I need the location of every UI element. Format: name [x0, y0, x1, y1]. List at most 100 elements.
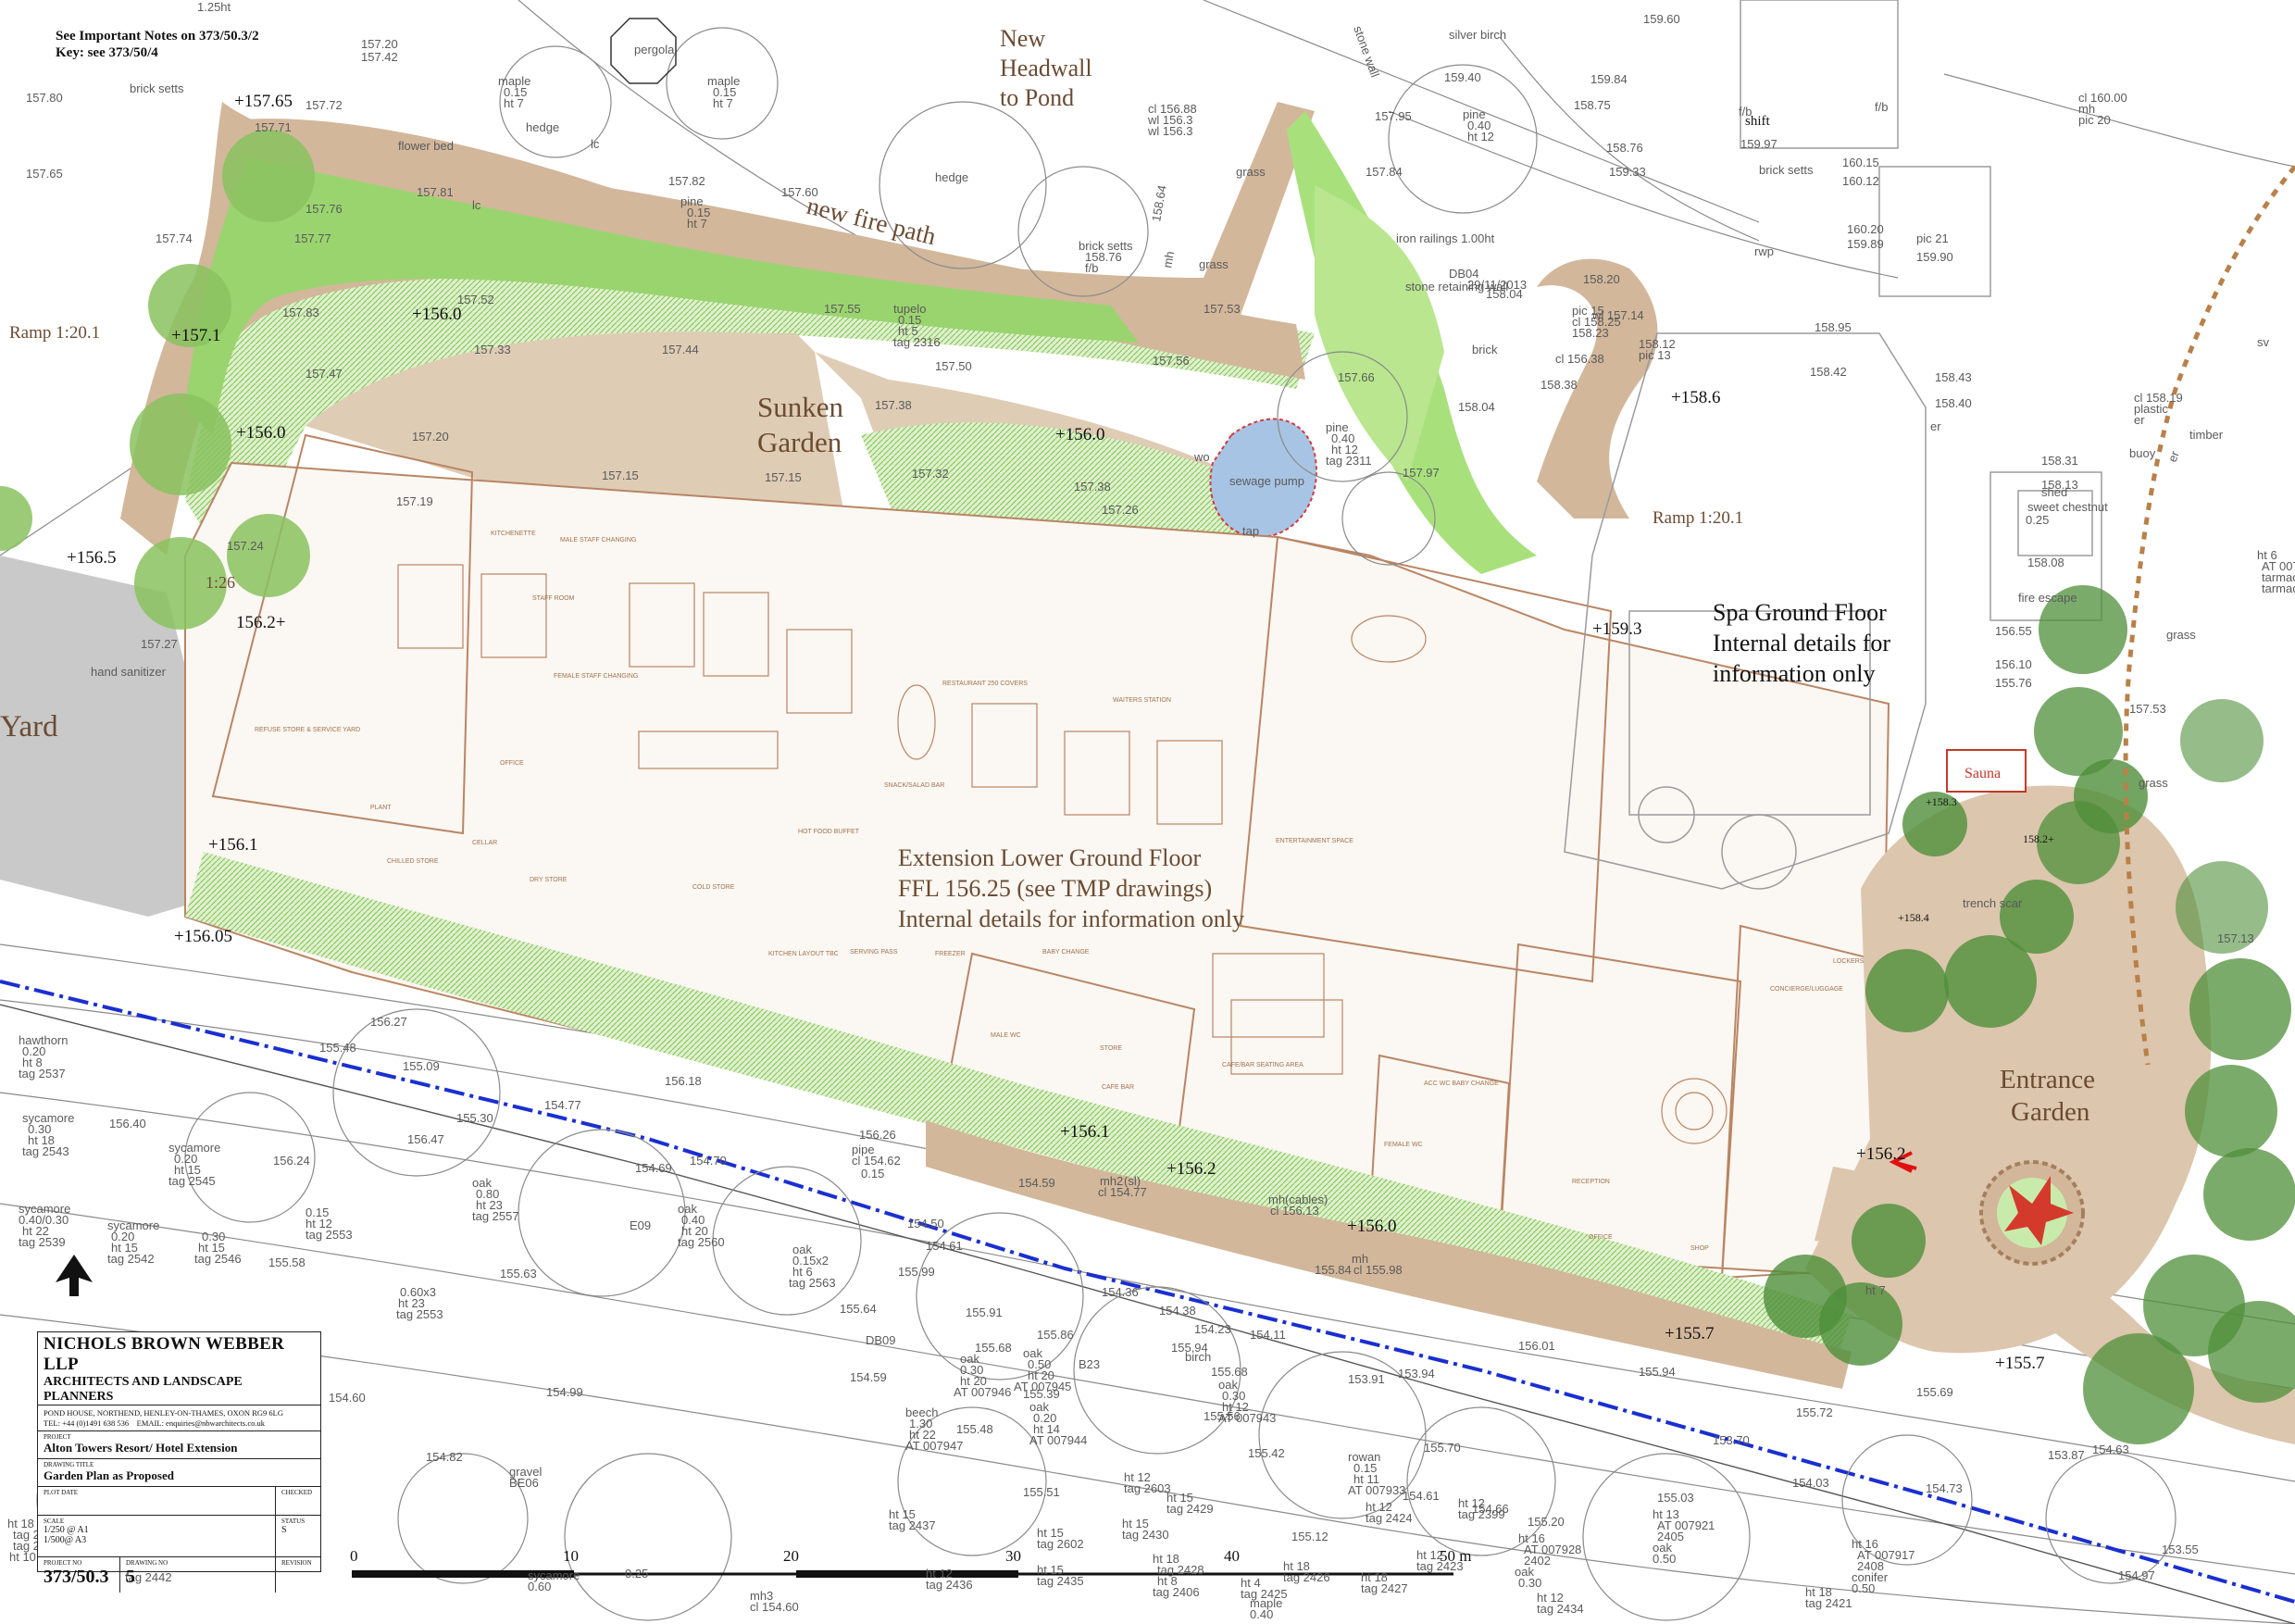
spot-height: 154.63 — [2092, 1443, 2129, 1456]
scale-tick: 30 — [1005, 1547, 1021, 1565]
tree-label: tag 2316 — [893, 335, 941, 349]
tree-label: tag 2553 — [396, 1307, 443, 1321]
tree-label: tag 2563 — [789, 1276, 836, 1290]
spot-height: 158.43 — [1935, 370, 1972, 384]
spot-height: 155.48 — [956, 1422, 993, 1436]
tree-label: tag 2603 — [1124, 1481, 1171, 1495]
tree-label: stone wall — [1351, 24, 1382, 80]
pergola-label: pergola — [634, 43, 675, 56]
spot-height: 154.61 — [1403, 1489, 1440, 1503]
yard-label: Yard — [0, 710, 58, 743]
spot-height: 157.33 — [474, 343, 511, 356]
spot-height: 155.99 — [898, 1265, 935, 1279]
spot-height: 157.50 — [935, 359, 972, 373]
spot-height: 155.72 — [1796, 1405, 1833, 1419]
level-label: +158.6 — [1671, 388, 1720, 407]
tree-label: buoy — [2129, 446, 2156, 460]
tree-label: sewage pump — [1229, 474, 1304, 488]
spot-height: 157.13 — [2217, 931, 2254, 945]
tree-label: BE06 — [509, 1476, 539, 1490]
tree-label: hedge — [526, 120, 559, 134]
spot-height: 157.77 — [294, 231, 331, 245]
level-label: +156.0 — [1347, 1217, 1396, 1236]
spot-height: 157.15 — [765, 470, 802, 484]
spot-height: 158.31 — [2041, 454, 2078, 468]
room-label: SHOP — [1690, 1245, 1709, 1252]
spot-height: 157.26 — [1102, 503, 1139, 517]
tree-label: tag 2311 — [1326, 454, 1372, 468]
tree-label: AT 007943 — [1218, 1411, 1276, 1425]
room-label: DRY STORE — [530, 877, 568, 883]
spot-height: 156.40 — [109, 1117, 146, 1131]
entrance-garden-label-2: Garden — [2011, 1097, 2090, 1127]
revision-caption: REVISION — [281, 1559, 312, 1567]
room-label: COLD STORE — [692, 884, 735, 891]
tree-label: grass — [1199, 257, 1229, 271]
spot-height: 157.44 — [662, 343, 699, 356]
tree-label: tag 2560 — [678, 1235, 725, 1249]
tree-label: tag 2430 — [1122, 1528, 1169, 1542]
spot-height: 158.42 — [1810, 365, 1847, 379]
ramp-label-left: Ramp 1:20.1 — [9, 323, 100, 343]
tree-label: DB09 — [866, 1333, 896, 1347]
tree-label: 1.25ht — [197, 0, 231, 14]
room-label: WAITERS STATION — [1113, 697, 1171, 704]
tree-label: tag 2436 — [926, 1578, 973, 1592]
spot-height: 156.47 — [407, 1132, 444, 1146]
spot-height: 156.24 — [273, 1154, 310, 1168]
tree-label: ht 12 — [1467, 130, 1494, 144]
tree-label: f/b — [1875, 100, 1888, 114]
spot-height: 159.89 — [1847, 237, 1884, 251]
spot-height: 154.77 — [544, 1098, 581, 1112]
extension-label-1: Extension Lower Ground Floor — [898, 844, 1201, 871]
level-label: +157.65 — [234, 92, 293, 111]
spot-height: 155.64 — [840, 1302, 877, 1316]
tree-label: tag 2557 — [472, 1209, 519, 1223]
tree-label: tag 2543 — [22, 1144, 69, 1158]
project-no-caption: PROJECT NO — [44, 1559, 82, 1567]
spot-height: 154.36 — [1102, 1285, 1139, 1299]
tree-label: tag 2429 — [1166, 1502, 1214, 1516]
spot-height: 154.99 — [546, 1385, 583, 1399]
spot-height: 157.74 — [156, 231, 193, 245]
spot-height: 154.03 — [1792, 1476, 1829, 1490]
spot-height: 157.47 — [306, 367, 343, 381]
tree-label: ht 7 — [713, 96, 733, 110]
spot-height: 156.26 — [859, 1128, 896, 1142]
spot-height: 160.15 — [1842, 156, 1879, 169]
tree-label: tag 2399 — [1458, 1507, 1505, 1521]
tree-label: hand sanitizer — [91, 665, 167, 679]
tree-label: ht 10 — [9, 1550, 36, 1564]
tree-label: er — [2165, 448, 2182, 464]
tree-label: stone retaining wall — [1405, 280, 1508, 294]
checked-caption: CHECKED — [281, 1489, 313, 1496]
spa-label-2: Internal details for — [1713, 630, 1890, 656]
tree-label: B23 — [1079, 1357, 1100, 1371]
spot-height: 159.90 — [1916, 250, 1953, 264]
level-label: +156.0 — [1055, 425, 1104, 444]
room-label: KITCHENETTE — [491, 531, 536, 537]
room-label: MALE STAFF CHANGING — [560, 537, 636, 543]
tree-label: silver birch — [1449, 28, 1506, 42]
spot-height: 157.55 — [824, 302, 861, 316]
spot-height: 158.20 — [1583, 272, 1620, 286]
tree-label: 0.50 — [1852, 1581, 1875, 1595]
tree-label: 0.15 — [861, 1167, 884, 1181]
spot-height: 157.53 — [2129, 702, 2166, 716]
sunken-garden-label-1: Sunken — [757, 391, 844, 423]
tree-label: f/b — [1085, 261, 1098, 275]
spot-height: 158.76 — [1606, 141, 1643, 155]
tree-label: cl 155.98 — [1353, 1263, 1403, 1277]
tree-label: shed — [2041, 485, 2067, 499]
spot-height: 157.95 — [1375, 109, 1412, 123]
tree-label: 158.64 — [1149, 184, 1169, 223]
spot-height: 154.59 — [1018, 1176, 1055, 1190]
spot-height: 154.23 — [1194, 1322, 1231, 1336]
tree-label: 0.40 — [1250, 1607, 1273, 1621]
spot-height: 160.12 — [1842, 174, 1879, 188]
tree-label: grass — [2166, 628, 2196, 642]
tree-label: tag 2602 — [1037, 1537, 1084, 1551]
spot-height: 159.84 — [1590, 72, 1628, 86]
room-label: MALE WC — [991, 1032, 1021, 1039]
drawing-no: 5 — [126, 1567, 135, 1587]
